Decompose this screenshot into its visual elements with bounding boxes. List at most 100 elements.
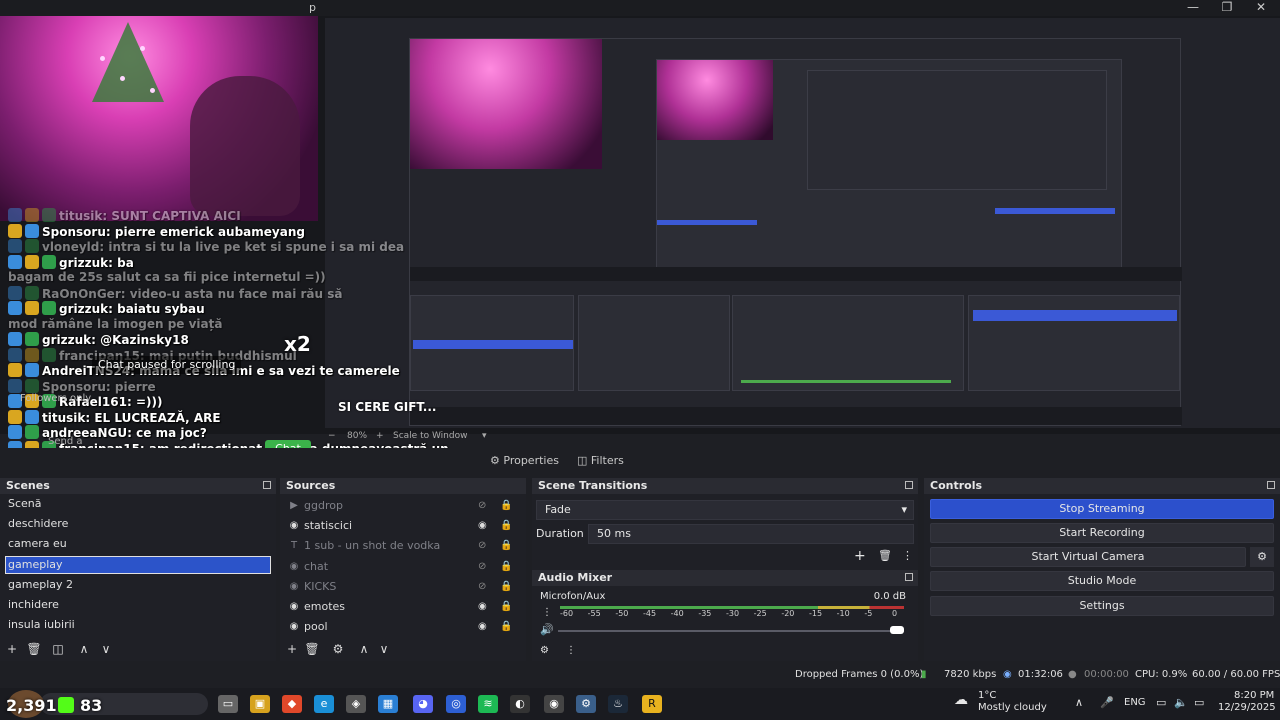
eye-icon[interactable]: ◉ <box>478 520 492 532</box>
add-transition-icon[interactable]: + <box>854 548 866 564</box>
eye-icon[interactable]: ◉ <box>478 601 492 613</box>
chat-send-input[interactable]: Send a <box>48 436 83 447</box>
remove-transition-icon[interactable]: 🗑 <box>878 549 892 562</box>
volume-icon[interactable]: 🔈 <box>1174 696 1188 709</box>
clock-time[interactable]: 8:20 PM <box>1234 690 1274 701</box>
scene-item[interactable]: gameplay 2 <box>6 577 270 593</box>
language-indicator[interactable]: ENG <box>1124 697 1146 708</box>
settings-button[interactable]: Settings <box>930 596 1274 616</box>
microphone-icon[interactable]: 🎤 <box>1100 696 1114 709</box>
move-down-icon[interactable]: ∨ <box>376 641 392 657</box>
chevron-down-icon[interactable]: ▾ <box>482 431 487 441</box>
chat-username[interactable]: grizzuk: <box>59 256 113 270</box>
speaker-icon[interactable]: 🔊 <box>540 623 554 636</box>
app-icon-3[interactable]: ◐ <box>510 695 530 713</box>
move-up-icon[interactable]: ∧ <box>356 641 372 657</box>
lock-icon[interactable]: 🔒 <box>500 540 512 552</box>
source-item[interactable]: ▶ ggdrop ⊘ 🔒 <box>286 497 516 515</box>
app-icon[interactable]: ◈ <box>346 695 366 713</box>
volume-slider-handle[interactable] <box>890 626 904 634</box>
float-dock-icon[interactable] <box>905 573 913 581</box>
store-icon[interactable]: ▦ <box>378 695 398 713</box>
chat-username[interactable]: grizzuk: <box>59 302 113 316</box>
move-down-icon[interactable]: ∨ <box>98 641 114 657</box>
float-dock-icon[interactable] <box>905 481 913 489</box>
lock-icon[interactable]: 🔒 <box>500 601 512 613</box>
scene-item[interactable]: gameplay <box>5 555 271 574</box>
source-item[interactable]: T 1 sub - un shot de vodka ⊘ 🔒 <box>286 537 516 555</box>
start-virtual-camera-button[interactable]: Start Virtual Camera <box>930 547 1246 567</box>
zoom-out-button[interactable]: − <box>328 431 336 441</box>
zoom-in-button[interactable]: + <box>376 431 384 441</box>
duration-input[interactable]: 50 ms <box>588 524 914 544</box>
mixer-menu-icon[interactable]: ⋮ <box>542 607 552 618</box>
r-app-icon[interactable]: R <box>642 695 662 713</box>
eye-hidden-icon[interactable]: ⊘ <box>478 581 492 593</box>
spotify-icon[interactable]: ≋ <box>478 695 498 713</box>
source-settings-icon[interactable]: ⚙ <box>330 641 346 657</box>
source-item[interactable]: ◉ pool ◉ 🔒 <box>286 618 516 636</box>
source-item[interactable]: ◉ statiscici ◉ 🔒 <box>286 517 516 535</box>
lock-icon[interactable]: 🔒 <box>500 621 512 633</box>
app-icon-2[interactable]: ◎ <box>446 695 466 713</box>
float-dock-icon[interactable] <box>263 481 271 489</box>
scale-dropdown[interactable]: Scale to Window <box>393 431 467 441</box>
add-scene-icon[interactable]: + <box>4 641 20 657</box>
remove-scene-icon[interactable]: 🗑 <box>26 641 42 657</box>
source-item[interactable]: ◉ KICKS ⊘ 🔒 <box>286 578 516 596</box>
stop-streaming-button[interactable]: Stop Streaming <box>930 499 1274 519</box>
battery-icon[interactable]: ▭ <box>1194 696 1204 709</box>
properties-button[interactable]: ⚙ Properties <box>490 452 559 470</box>
steam-icon[interactable]: ♨ <box>608 695 628 713</box>
brave-icon[interactable]: ◆ <box>282 695 302 713</box>
scene-item[interactable]: inchidere <box>6 597 270 613</box>
maximize-button[interactable]: ❐ <box>1210 0 1244 16</box>
virtual-camera-settings-icon[interactable]: ⚙ <box>1250 547 1274 567</box>
move-up-icon[interactable]: ∧ <box>76 641 92 657</box>
settings-app-icon[interactable]: ⚙ <box>576 695 596 713</box>
add-source-icon[interactable]: + <box>284 641 300 657</box>
eye-hidden-icon[interactable]: ⊘ <box>478 500 492 512</box>
chat-username[interactable]: vloneyld: <box>42 240 104 254</box>
task-view-icon[interactable]: ▭ <box>218 695 238 713</box>
obs-icon[interactable]: ◉ <box>544 695 564 713</box>
mixer-options-icon[interactable]: ⋮ <box>566 645 576 656</box>
chat-username[interactable]: Sponsoru: <box>42 380 111 394</box>
eye-icon[interactable]: ◉ <box>478 621 492 633</box>
lock-icon[interactable]: 🔒 <box>500 561 512 573</box>
chat-username[interactable]: RaOnOnGer: <box>42 287 126 301</box>
scene-item[interactable]: deschidere <box>6 516 270 532</box>
remove-source-icon[interactable]: 🗑 <box>304 641 320 657</box>
lock-icon[interactable]: 🔒 <box>500 500 512 512</box>
eye-hidden-icon[interactable]: ⊘ <box>478 561 492 573</box>
chat-username[interactable]: titusik: <box>59 209 107 223</box>
transition-select[interactable]: Fade ▾ <box>536 500 914 520</box>
chat-paused-indicator[interactable]: Chat paused for scrolling <box>92 356 242 374</box>
lock-icon[interactable]: 🔒 <box>500 581 512 593</box>
scene-filter-icon[interactable]: ◫ <box>50 641 66 657</box>
scene-item[interactable]: Scenă <box>6 496 270 512</box>
lock-icon[interactable]: 🔒 <box>500 520 512 532</box>
mixer-settings-icon[interactable]: ⚙ <box>540 645 549 656</box>
edge-icon[interactable]: e <box>314 695 334 713</box>
start-recording-button[interactable]: Start Recording <box>930 523 1274 543</box>
file-explorer-icon[interactable]: ▣ <box>250 695 270 713</box>
clock-date[interactable]: 12/29/2025 <box>1218 702 1276 713</box>
filters-button[interactable]: ◫ Filters <box>577 452 624 470</box>
chevron-up-icon[interactable]: ∧ <box>1075 696 1083 709</box>
chat-username[interactable]: Sponsoru: <box>42 225 111 239</box>
discord-icon[interactable]: ◕ <box>413 695 433 713</box>
float-dock-icon[interactable] <box>1267 481 1275 489</box>
studio-mode-button[interactable]: Studio Mode <box>930 571 1274 591</box>
source-item[interactable]: ◉ emotes ◉ 🔒 <box>286 598 516 616</box>
scene-item[interactable]: insula iubirii <box>6 617 270 633</box>
volume-slider[interactable] <box>558 630 904 632</box>
close-button[interactable]: ✕ <box>1244 0 1278 16</box>
scene-item[interactable]: camera eu <box>6 536 270 552</box>
chat-username[interactable]: grizzuk: <box>42 333 96 347</box>
chat-username[interactable]: titusik: <box>42 411 90 425</box>
source-item[interactable]: ◉ chat ⊘ 🔒 <box>286 558 516 576</box>
eye-hidden-icon[interactable]: ⊘ <box>478 540 492 552</box>
minimize-button[interactable]: — <box>1176 0 1210 16</box>
transition-menu-icon[interactable]: ⋮ <box>902 549 913 562</box>
